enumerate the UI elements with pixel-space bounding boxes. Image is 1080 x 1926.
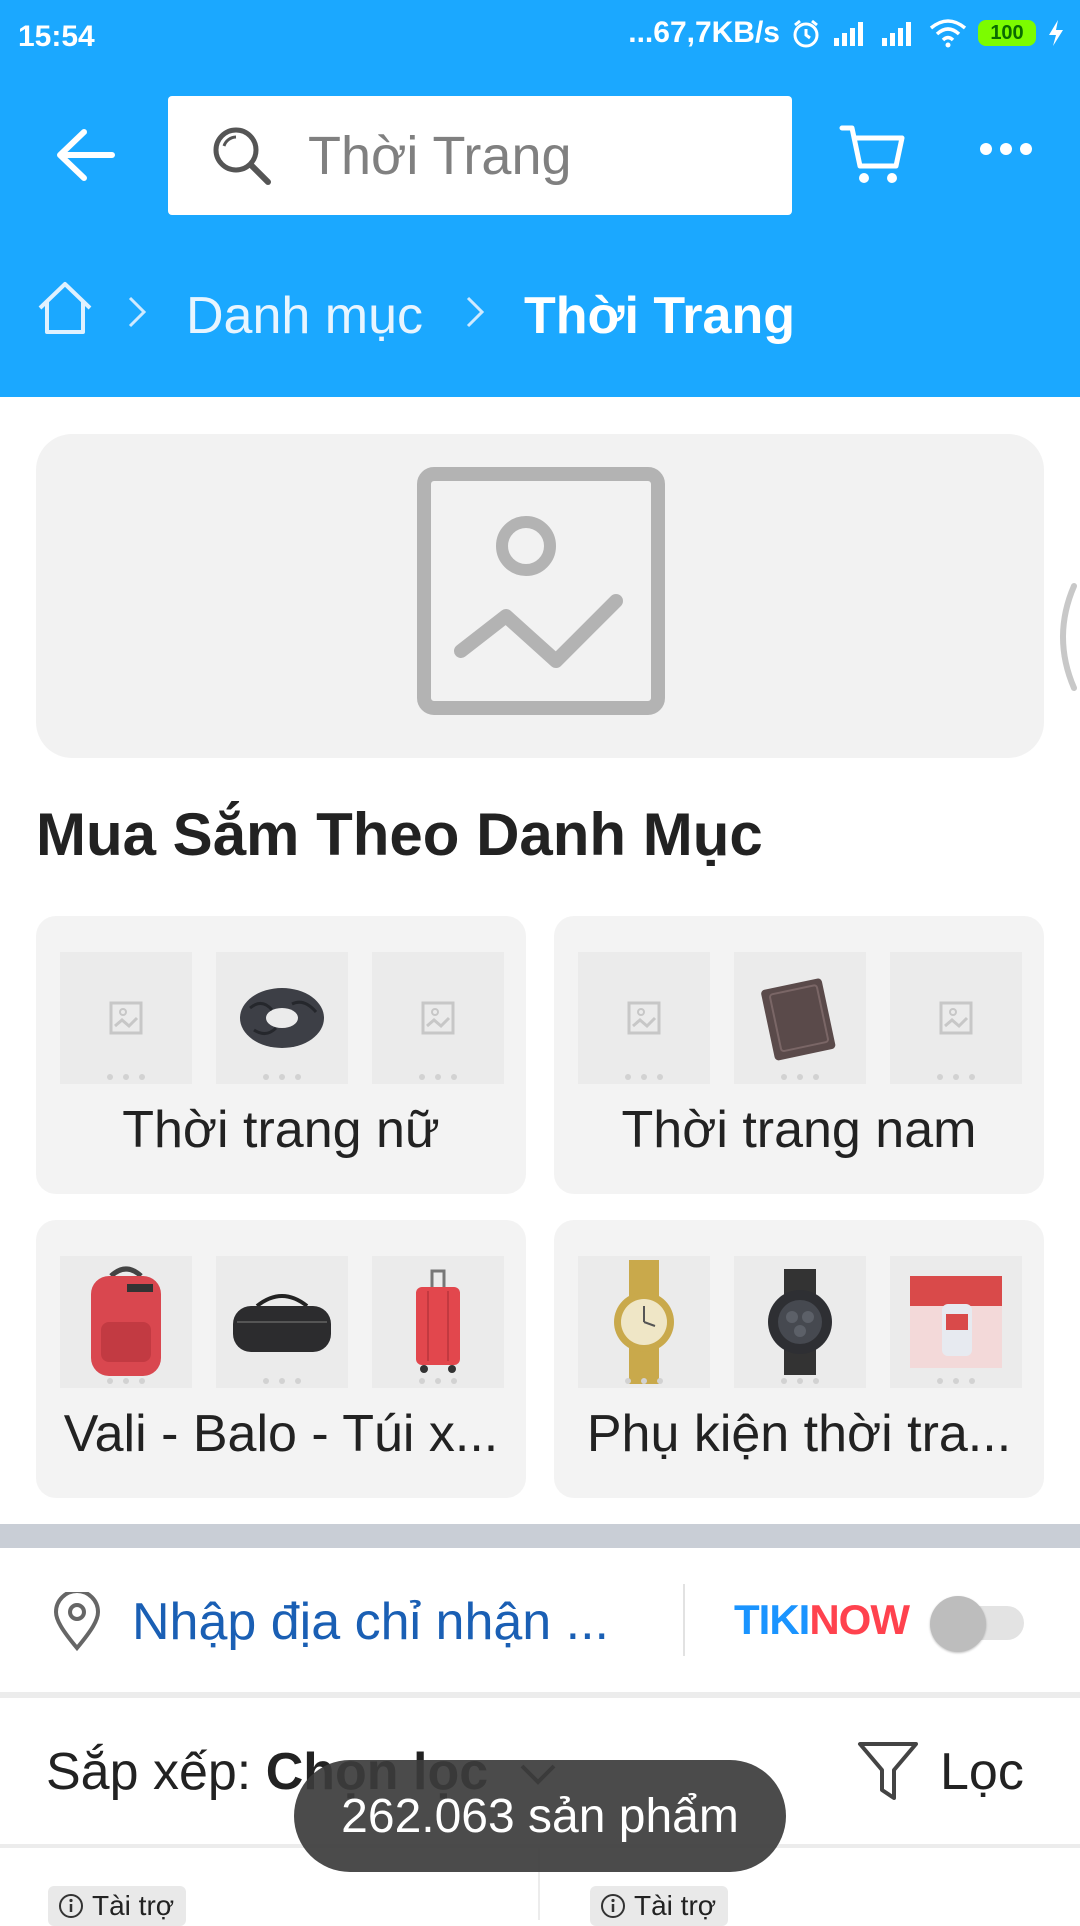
category-label: Thời trang nam	[621, 1101, 977, 1159]
duffel-bag-thumbnail	[216, 1256, 348, 1388]
banner[interactable]	[36, 434, 1044, 758]
category-thumbnails	[60, 952, 504, 1084]
category-label: Thời trang nữ	[122, 1101, 440, 1159]
info-icon	[59, 1894, 83, 1918]
search-icon	[213, 127, 271, 185]
delivery-address-input[interactable]: Nhập địa chỉ nhận ...	[132, 1592, 609, 1652]
scrunchie-thumbnail	[216, 952, 348, 1084]
alarm-icon	[793, 19, 819, 48]
suitcase-image	[416, 1269, 460, 1373]
network-speed: ...67,7KB/s	[628, 16, 780, 49]
image-placeholder-icon	[627, 1001, 661, 1035]
image-placeholder-icon	[109, 1001, 143, 1035]
backpack-image	[91, 1266, 161, 1376]
tikinow-toggle[interactable]	[930, 1596, 1030, 1652]
accessory-thumbnail	[890, 1256, 1022, 1388]
search-bar[interactable]	[168, 96, 792, 215]
product-thumbnail	[60, 952, 192, 1084]
cart-icon	[839, 125, 905, 183]
category-card-mens-fashion[interactable]: Thời trang nam	[554, 916, 1044, 1194]
product-count-toast: 262.063 sản phẩm	[294, 1760, 786, 1872]
backpack-thumbnail	[60, 1256, 192, 1388]
wifi-icon	[929, 19, 967, 48]
chevron-right-icon	[466, 296, 485, 328]
signal-icon	[834, 22, 863, 46]
sort-prefix: Sắp xếp:	[46, 1743, 252, 1801]
black-watch-thumbnail	[734, 1256, 866, 1388]
toggle-knob	[930, 1596, 986, 1652]
search-input[interactable]	[308, 124, 768, 187]
location-pin-icon	[53, 1592, 101, 1652]
image-placeholder-icon	[421, 1001, 455, 1035]
category-thumbnails	[60, 1256, 504, 1388]
gold-watch-thumbnail	[578, 1256, 710, 1388]
filter-button[interactable]: Lọc	[940, 1742, 1024, 1802]
breadcrumb-item-current: Thời Trang	[524, 287, 795, 345]
image-placeholder-icon	[939, 1001, 973, 1035]
section-title: Mua Sắm Theo Danh Mục	[36, 801, 763, 868]
duffel-bag-image	[233, 1294, 331, 1352]
section-divider	[0, 1524, 1080, 1548]
product-thumbnail	[578, 952, 710, 1084]
breadcrumb-home[interactable]	[36, 280, 94, 349]
signal-icon-2	[882, 22, 911, 46]
breadcrumb-item-category[interactable]: Danh mục	[186, 286, 423, 346]
status-time: 15:54	[18, 20, 95, 53]
info-icon	[601, 1894, 625, 1918]
category-label: Phụ kiện thời tra...	[586, 1405, 1012, 1463]
sponsored-badge: Tài trợ	[590, 1886, 729, 1926]
category-card-womens-fashion[interactable]: Thời trang nữ	[36, 916, 526, 1194]
charging-icon	[1049, 20, 1063, 46]
back-arrow-icon	[57, 129, 115, 181]
home-icon	[38, 282, 92, 334]
sponsored-label: Tài trợ	[634, 1890, 717, 1921]
product-thumbnail	[372, 952, 504, 1084]
status-icons: ...67,7KB/s 100	[628, 16, 1066, 50]
sponsored-badge: Tài trợ	[48, 1886, 187, 1926]
image-placeholder-icon	[417, 467, 665, 715]
wallet-image	[761, 978, 836, 1061]
scrunchie-image	[240, 988, 324, 1048]
black-watch-image	[768, 1269, 832, 1375]
more-icon	[980, 143, 1032, 155]
category-thumbnails	[578, 952, 1022, 1084]
vertical-divider	[683, 1584, 685, 1656]
category-card-bags-luggage[interactable]: Vali - Balo - Túi x...	[36, 1220, 526, 1498]
tikinow-logo: TIKINOW	[734, 1596, 910, 1643]
accessory-image	[910, 1276, 1002, 1368]
breadcrumb: Danh mục Thời Trang	[0, 270, 1080, 360]
product-thumbnail	[890, 952, 1022, 1084]
delivery-address-row: Nhập địa chỉ nhận ... TIKINOW	[0, 1548, 1080, 1692]
chevron-right-icon	[128, 296, 147, 328]
back-button[interactable]	[52, 122, 118, 188]
scroll-handle[interactable]	[1046, 582, 1080, 692]
gold-watch-image	[614, 1260, 674, 1384]
more-options-button[interactable]	[978, 140, 1034, 163]
category-thumbnails	[578, 1256, 1022, 1388]
cart-button[interactable]	[838, 122, 908, 193]
category-label: Vali - Balo - Túi x...	[63, 1405, 499, 1463]
filter-icon[interactable]	[856, 1738, 920, 1804]
sponsored-label: Tài trợ	[92, 1890, 175, 1921]
wallet-thumbnail	[734, 952, 866, 1084]
battery-indicator: 100	[978, 20, 1036, 46]
status-bar: 15:54 ...67,7KB/s 100	[0, 0, 1080, 74]
suitcase-thumbnail	[372, 1256, 504, 1388]
category-card-fashion-accessories[interactable]: Phụ kiện thời tra...	[554, 1220, 1044, 1498]
